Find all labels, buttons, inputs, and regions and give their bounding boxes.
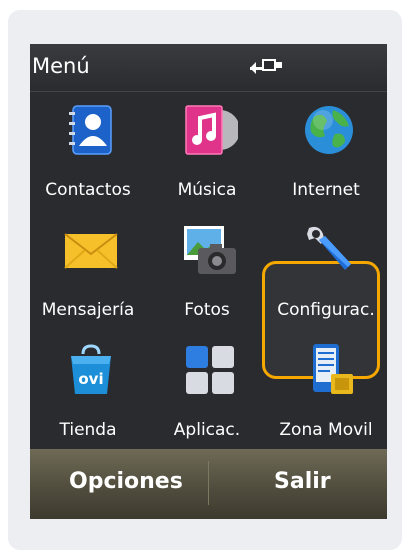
svg-text:ovi: ovi	[78, 370, 103, 388]
softkey-divider	[208, 461, 209, 505]
wrench-icon	[307, 226, 351, 270]
menu-item-musica[interactable]: Música	[149, 92, 265, 210]
apps-grid-icon	[186, 346, 234, 394]
menu-item-mensajeria[interactable]: Mensajería	[30, 212, 146, 330]
menu-item-label: Contactos	[45, 180, 131, 200]
usb-connected-icon	[250, 59, 282, 74]
menu-item-label: Fotos	[184, 300, 230, 320]
music-icon	[185, 105, 238, 155]
envelope-icon	[64, 233, 118, 269]
phone-document-icon	[313, 344, 353, 394]
menu-item-zona-movil[interactable]: Zona Movil	[268, 332, 384, 450]
menu-item-aplicac[interactable]: Aplicac.	[149, 332, 265, 450]
menu-item-label: Internet	[292, 180, 360, 200]
menu-item-label: Tienda	[59, 420, 117, 440]
menu-item-contactos[interactable]: Contactos	[30, 92, 146, 210]
options-softkey[interactable]: Opciones	[69, 469, 183, 494]
menu-item-label: Configurac.	[277, 300, 375, 320]
menu-item-label: Música	[177, 180, 237, 200]
menu-grid: Contactos Música Internet Mensajería Fot…	[30, 92, 387, 449]
menu-item-tienda[interactable]: ovi Tienda	[30, 332, 146, 450]
title-bar: Menú	[30, 44, 387, 92]
menu-item-configurac[interactable]: Configurac.	[268, 212, 384, 330]
softkey-bar: Opciones Salir	[30, 449, 387, 519]
camera-icon	[184, 226, 236, 274]
globe-icon	[305, 106, 353, 154]
page-title: Menú	[32, 54, 90, 78]
menu-item-internet[interactable]: Internet	[268, 92, 384, 210]
exit-softkey[interactable]: Salir	[274, 469, 331, 494]
menu-item-label: Zona Movil	[279, 420, 373, 440]
ovi-bag-icon: ovi	[71, 344, 111, 394]
menu-item-label: Mensajería	[41, 300, 135, 320]
contacts-icon	[69, 105, 112, 155]
menu-item-label: Aplicac.	[173, 420, 241, 440]
menu-item-fotos[interactable]: Fotos	[149, 212, 265, 330]
phone-screen: Menú Contactos Música Internet Mensajerí…	[30, 44, 387, 519]
